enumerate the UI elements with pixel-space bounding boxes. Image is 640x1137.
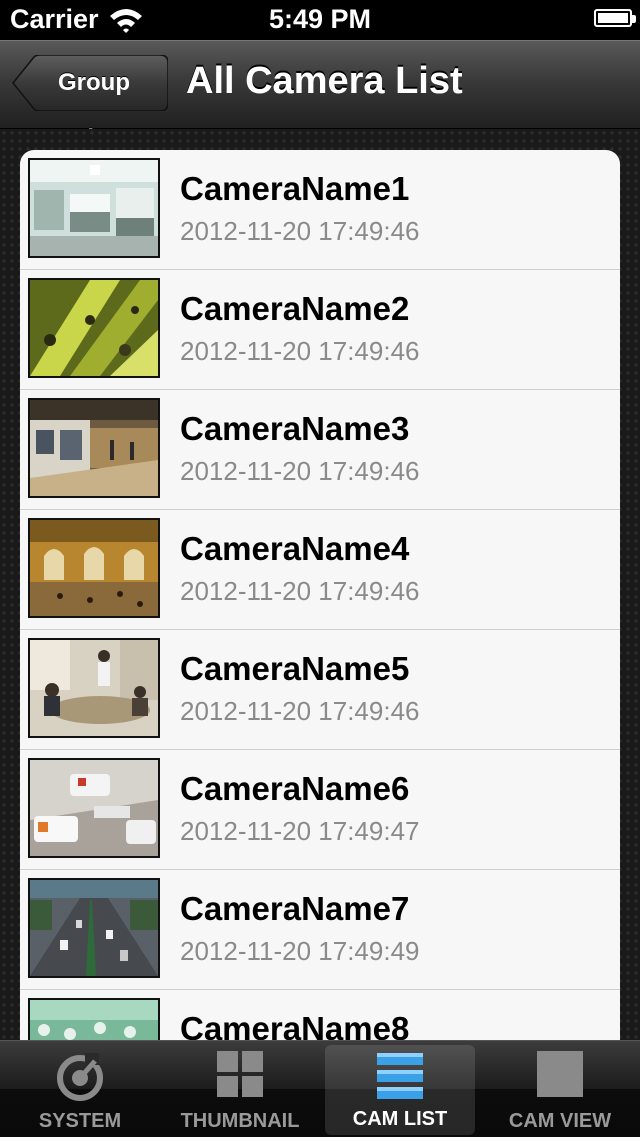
camera-thumbnail xyxy=(28,998,160,1040)
navigation-bar: Group List All Camera List xyxy=(0,40,640,152)
content-area: CameraName1 2012-11-20 17:49:46 CameraNa… xyxy=(0,129,640,1040)
camera-timestamp: 2012-11-20 17:49:46 xyxy=(180,456,420,486)
camera-timestamp: 2012-11-20 17:49:46 xyxy=(180,576,420,606)
crowd-image xyxy=(30,1000,158,1040)
camera-timestamp: 2012-11-20 17:49:46 xyxy=(180,216,420,246)
camera-timestamp: 2012-11-20 17:49:49 xyxy=(180,936,420,966)
camera-thumbnail xyxy=(28,638,160,738)
clock: 5:49 PM xyxy=(268,4,372,34)
camera-thumbnail xyxy=(28,518,160,618)
camera-name: CameraName7 xyxy=(180,890,410,927)
camera-list: CameraName1 2012-11-20 17:49:46 CameraNa… xyxy=(20,150,620,1040)
tab-system[interactable]: SYSTEM xyxy=(0,1041,160,1137)
camera-name: CameraName5 xyxy=(180,650,410,687)
subway-image xyxy=(30,400,158,496)
tab-label: CAM LIST xyxy=(352,1108,448,1130)
cam-view-icon xyxy=(537,1051,583,1097)
camera-row[interactable]: CameraName4 2012-11-20 17:49:46 xyxy=(20,510,620,630)
camera-row[interactable]: CameraName8 xyxy=(20,990,620,1040)
meeting-image xyxy=(30,640,158,736)
camera-row[interactable]: CameraName7 2012-11-20 17:49:49 xyxy=(20,870,620,990)
camera-row[interactable]: CameraName6 2012-11-20 17:49:47 xyxy=(20,750,620,870)
camera-thumbnail xyxy=(28,158,160,258)
camera-name: CameraName3 xyxy=(180,410,410,447)
system-icon xyxy=(57,1053,103,1101)
camera-name: CameraName1 xyxy=(180,170,410,207)
tab-cam-view[interactable]: CAM VIEW xyxy=(480,1041,640,1137)
camera-thumbnail xyxy=(28,758,160,858)
camera-thumbnail xyxy=(28,278,160,378)
camera-timestamp: 2012-11-20 17:49:46 xyxy=(180,696,420,726)
camera-timestamp: 2012-11-20 17:49:46 xyxy=(180,336,420,366)
page-title: All Camera List xyxy=(186,60,463,102)
battery-tip xyxy=(632,15,636,23)
camera-name: CameraName6 xyxy=(180,770,410,807)
road-image xyxy=(30,880,158,976)
back-button[interactable]: Group List xyxy=(12,55,168,152)
camera-thumbnail xyxy=(28,878,160,978)
lab-image xyxy=(30,160,158,256)
tab-bar: SYSTEM THUMBNAIL CAM LIST CAM VIEW xyxy=(0,1040,640,1137)
camera-row[interactable]: CameraName1 2012-11-20 17:49:46 xyxy=(20,150,620,270)
thumbnail-grid-icon xyxy=(217,1051,263,1097)
escalator-image xyxy=(30,280,158,376)
camera-name: CameraName2 xyxy=(180,290,410,327)
camera-row[interactable]: CameraName3 2012-11-20 17:49:46 xyxy=(20,390,620,510)
tab-label: THUMBNAIL xyxy=(180,1110,300,1132)
hall-image xyxy=(30,520,158,616)
lounge-image xyxy=(30,760,158,856)
camera-name: CameraName8 xyxy=(180,1010,410,1040)
tab-thumbnail[interactable]: THUMBNAIL xyxy=(160,1041,320,1137)
cam-list-icon xyxy=(377,1053,423,1099)
camera-row[interactable]: CameraName2 2012-11-20 17:49:46 xyxy=(20,270,620,390)
tab-label: CAM VIEW xyxy=(508,1110,612,1132)
camera-row[interactable]: CameraName5 2012-11-20 17:49:46 xyxy=(20,630,620,750)
camera-name: CameraName4 xyxy=(180,530,410,567)
status-bar: Carrier 5:49 PM xyxy=(0,0,640,40)
tab-cam-list[interactable]: CAM LIST xyxy=(325,1045,475,1135)
camera-thumbnail xyxy=(28,398,160,498)
camera-timestamp: 2012-11-20 17:49:47 xyxy=(180,816,420,846)
tab-label: SYSTEM xyxy=(38,1110,122,1132)
battery-icon xyxy=(594,9,632,27)
